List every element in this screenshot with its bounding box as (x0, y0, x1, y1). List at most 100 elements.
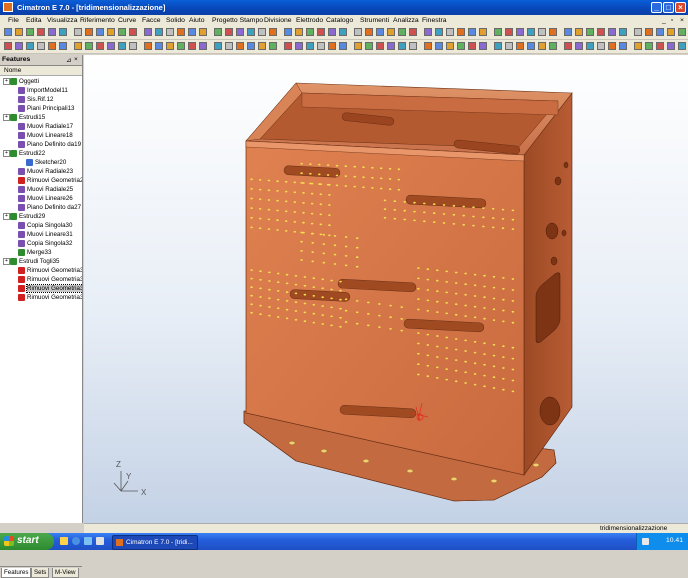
taskbar-cimatron-button[interactable]: Cimatron E 7.0 - [tridi... (112, 535, 198, 550)
tree-item-6[interactable]: Muovi Lineare18 (18, 131, 73, 140)
quicklaunch-icon-2[interactable] (72, 537, 80, 545)
tree-item-2[interactable]: Sis.Rif.12 (18, 95, 53, 104)
menu-curve[interactable]: Curve (118, 17, 136, 24)
toolbar-button-icon[interactable] (586, 42, 594, 50)
toolbar-button-icon[interactable] (494, 28, 502, 36)
toolbar-button-icon[interactable] (269, 28, 277, 36)
toolbar-button-icon[interactable] (527, 28, 535, 36)
toolbar-button-icon[interactable] (74, 42, 82, 50)
toolbar-button-icon[interactable] (549, 28, 557, 36)
toolbar-button-icon[interactable] (26, 42, 34, 50)
toolbar-button-icon[interactable] (339, 42, 347, 50)
maximize-button[interactable]: □ (663, 2, 674, 13)
tree-item-3[interactable]: Piani Principali13 (18, 104, 74, 113)
toolbar-button-icon[interactable] (26, 28, 34, 36)
tree-item-8[interactable]: Estrudi22 (10, 149, 45, 158)
menu-aiuto[interactable]: Aiuto (189, 17, 205, 24)
toolbar-button-icon[interactable] (48, 28, 56, 36)
tree-item-7[interactable]: Piano Definito da19 (18, 140, 81, 149)
toolbar-button-icon[interactable] (667, 28, 675, 36)
toolbar-button-icon[interactable] (129, 28, 137, 36)
toolbar-button-icon[interactable] (225, 28, 233, 36)
expand-toggle-icon[interactable]: + (3, 114, 10, 121)
toolbar-button-icon[interactable] (575, 42, 583, 50)
toolbar-button-icon[interactable] (354, 28, 362, 36)
tab-features[interactable]: Features (1, 568, 32, 578)
toolbar-button-icon[interactable] (188, 28, 196, 36)
toolbar-button-icon[interactable] (527, 42, 535, 50)
menu-elettrodo[interactable]: Elettrodo (296, 17, 323, 24)
toolbar-button-icon[interactable] (479, 28, 487, 36)
expand-toggle-icon[interactable]: + (3, 78, 10, 85)
toolbar-button-icon[interactable] (494, 42, 502, 50)
toolbar-button-icon[interactable] (435, 42, 443, 50)
cimatron-app-icon[interactable] (3, 2, 13, 12)
toolbar-button-icon[interactable] (619, 28, 627, 36)
menu-catalogo[interactable]: Catalogo (326, 17, 353, 24)
toolbar-button-icon[interactable] (214, 42, 222, 50)
toolbar-button-icon[interactable] (398, 42, 406, 50)
toolbar-button-icon[interactable] (166, 42, 174, 50)
toolbar-button-icon[interactable] (269, 42, 277, 50)
pin-icon[interactable]: ⊿ (66, 56, 71, 64)
menu-close-icon[interactable]: × (680, 17, 684, 24)
toolbar-button-icon[interactable] (409, 42, 417, 50)
close-button[interactable]: × (675, 2, 686, 13)
menu-finestra[interactable]: Finestra (422, 17, 447, 24)
toolbar-button-icon[interactable] (354, 42, 362, 50)
tree-item-16[interactable]: Copia Singola30 (18, 221, 72, 230)
tree-item-17[interactable]: Muovi Lineare31 (18, 230, 73, 239)
toolbar-button-icon[interactable] (306, 42, 314, 50)
toolbar-button-icon[interactable] (199, 42, 207, 50)
toolbar-button-icon[interactable] (457, 28, 465, 36)
toolbar-button-icon[interactable] (199, 28, 207, 36)
toolbar-button-icon[interactable] (667, 42, 675, 50)
toolbar-button-icon[interactable] (118, 28, 126, 36)
toolbar-button-icon[interactable] (564, 42, 572, 50)
quicklaunch-icon-4[interactable] (96, 537, 104, 545)
expand-toggle-icon[interactable]: + (3, 150, 10, 157)
toolbar-button-icon[interactable] (317, 28, 325, 36)
minimize-button[interactable]: _ (651, 2, 662, 13)
tree-item-4[interactable]: Estrudi15 (10, 113, 45, 122)
start-button[interactable]: start (0, 533, 54, 550)
menu-visualizza[interactable]: Visualizza (47, 17, 77, 24)
tree-item-18[interactable]: Copia Singola32 (18, 239, 72, 248)
toolbar-button-icon[interactable] (306, 28, 314, 36)
toolbar-button-icon[interactable] (656, 28, 664, 36)
toolbar-button-icon[interactable] (107, 42, 115, 50)
menu-strumenti[interactable]: Strumenti (360, 17, 389, 24)
tree-item-12[interactable]: Muovi Radiale25 (18, 185, 73, 194)
tree-item-13[interactable]: Muovi Lineare26 (18, 194, 73, 203)
tree-item-24[interactable]: Rimuovi Geometria3 (18, 293, 82, 302)
menu-minimize-icon[interactable]: _ (662, 17, 666, 24)
menu-progetto-stampo[interactable]: Progetto Stampo (212, 17, 263, 24)
toolbar-button-icon[interactable] (284, 42, 292, 50)
toolbar-button-icon[interactable] (376, 28, 384, 36)
toolbar-button-icon[interactable] (258, 42, 266, 50)
toolbar-button-icon[interactable] (549, 42, 557, 50)
menu-solido[interactable]: Solido (166, 17, 185, 24)
tree-item-5[interactable]: Muovi Radiale17 (18, 122, 73, 131)
toolbar-button-icon[interactable] (155, 28, 163, 36)
toolbar-button-icon[interactable] (317, 42, 325, 50)
toolbar-button-icon[interactable] (446, 28, 454, 36)
toolbar-button-icon[interactable] (225, 42, 233, 50)
toolbar-button-icon[interactable] (59, 42, 67, 50)
tree-item-9[interactable]: Sketcher20 (26, 158, 66, 167)
tree-item-20[interactable]: Estrudi Togli35 (10, 257, 59, 266)
toolbar-button-icon[interactable] (129, 42, 137, 50)
toolbar-button-icon[interactable] (328, 28, 336, 36)
toolbar-button-icon[interactable] (516, 28, 524, 36)
toolbar-button-icon[interactable] (155, 42, 163, 50)
menu-riferimento[interactable]: Riferimento (80, 17, 115, 24)
menu-file[interactable]: File (8, 17, 19, 24)
toolbar-button-icon[interactable] (376, 42, 384, 50)
tree-item-23[interactable]: Rimuovi Geometria3 (18, 284, 82, 293)
toolbar-button-icon[interactable] (295, 42, 303, 50)
tree-item-19[interactable]: Merge33 (18, 248, 51, 257)
toolbar-button-icon[interactable] (608, 42, 616, 50)
tree-item-10[interactable]: Muovi Radiale23 (18, 167, 73, 176)
toolbar-button-icon[interactable] (538, 42, 546, 50)
clock[interactable]: 10.41 (666, 537, 683, 544)
